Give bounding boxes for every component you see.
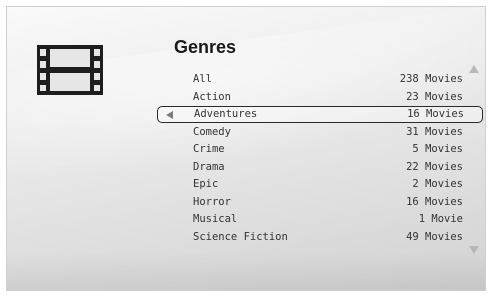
page-title: Genres [174,37,237,57]
genre-name: Drama [193,160,225,173]
genre-count: 1 Movie [418,213,463,225]
genre-count: 16 Movies [406,195,463,208]
genre-count: 5 Movies [412,143,463,155]
genre-name: Action [193,90,231,103]
genre-name: Horror [193,195,231,208]
selection-arrow-icon[interactable] [166,111,173,119]
genre-count: 2 Movies [412,178,463,190]
genre-name: Comedy [193,125,231,138]
genre-count: 22 Movies [406,160,463,173]
genre-row[interactable]: Crime 5 Movies [157,141,481,157]
genre-count: 49 Movies [406,230,463,243]
genre-name: Science Fiction [193,230,288,243]
genre-row[interactable]: Adventures 16 Movies [157,106,483,123]
genres-screen: Genres All 238 Movies Action 23 Movies Adven… [6,6,486,291]
genre-count: 238 Movies [399,73,463,85]
genre-row[interactable]: Science Fiction 49 Movies [157,229,481,245]
genre-row[interactable]: Action 23 Movies [157,89,481,105]
film-strip-icon [37,45,103,95]
genre-row[interactable]: Drama 22 Movies [157,159,481,175]
genre-name: Adventures [194,108,258,120]
genre-row[interactable]: All 238 Movies [157,71,481,87]
background-band [7,252,485,290]
genre-count: 23 Movies [406,90,463,103]
genre-name: Crime [193,143,225,155]
genre-row[interactable]: Horror 16 Movies [157,194,481,210]
genre-row[interactable]: Epic 2 Movies [157,176,481,192]
genre-row[interactable]: Musical 1 Movie [157,211,481,227]
genre-count: 31 Movies [406,125,463,138]
genre-name: Epic [193,178,219,190]
genre-row[interactable]: Comedy 31 Movies [157,124,481,140]
genre-name: All [193,73,212,85]
genre-count: 16 Movies [407,108,464,120]
genre-name: Musical [193,213,238,225]
scroll-down-icon[interactable] [469,246,479,254]
